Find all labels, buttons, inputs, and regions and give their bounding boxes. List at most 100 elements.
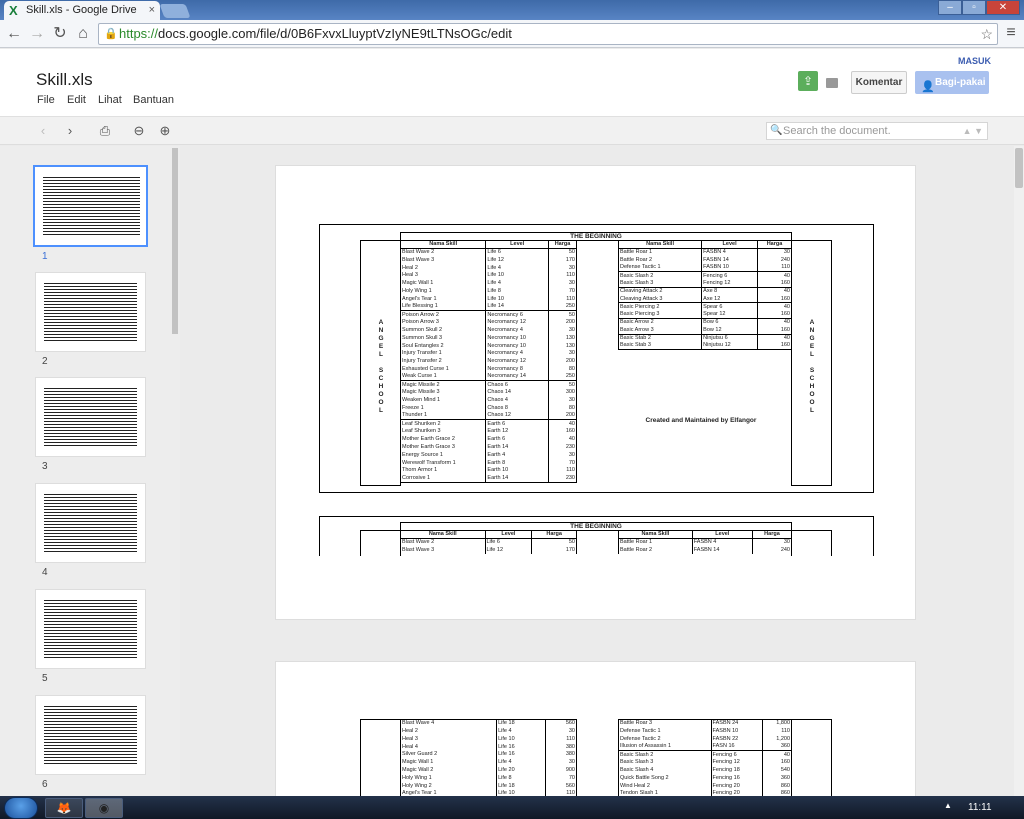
skill-name-cell: Battle Roar 3: [618, 719, 712, 728]
table-row: Basic Arrow 2 Bow 6 40: [617, 317, 793, 327]
menu-file[interactable]: File: [37, 94, 55, 106]
scrollbar-thumb[interactable]: [1015, 148, 1023, 188]
table-row: Heal 2 Life 4 30: [399, 263, 578, 272]
reload-icon[interactable]: ↻: [50, 24, 70, 44]
table-row: Battle Roar 3 FASBN 24 1,800: [618, 719, 792, 728]
price-cell: 160: [762, 758, 792, 767]
table-row: Defense Tactic 1 FASBN 10 110: [617, 263, 793, 272]
skill-name-cell: Basic Slash 3: [618, 758, 712, 767]
zoom-out-icon[interactable]: ⊖: [131, 123, 147, 139]
table-row: Thorn Armor 1 Earth 10 110: [399, 466, 578, 475]
price-cell: 380: [545, 750, 577, 759]
start-button[interactable]: [4, 797, 38, 819]
page-thumbnail[interactable]: [35, 695, 146, 775]
level-cell: Life 20: [496, 766, 547, 775]
menu-edit[interactable]: Edit: [67, 94, 86, 106]
level-cell: Life 12: [485, 256, 549, 264]
address-bar[interactable]: 🔒 https://docs.google.com/file/d/0B6Fxvx…: [98, 23, 998, 45]
windows-taskbar: [0, 796, 1024, 819]
close-tab-icon[interactable]: ×: [149, 1, 155, 20]
menu-view[interactable]: Lihat: [98, 94, 122, 106]
skill-name-cell: Poison Arrow 3: [399, 318, 487, 327]
share-button[interactable]: 👤 Bagi-pakai: [915, 71, 989, 94]
table-row: Mother Earth Grace 2 Earth 6 40: [399, 435, 578, 444]
chrome-menu-icon[interactable]: ≡: [1002, 24, 1020, 42]
level-cell: Axe 12: [701, 295, 758, 303]
table-row: Magic Wall 2 Life 20 900: [399, 766, 577, 775]
page-thumbnail[interactable]: [35, 272, 146, 352]
page-thumbnail[interactable]: [33, 165, 148, 247]
price-cell: 30: [547, 279, 578, 288]
level-cell: Life 10: [485, 271, 549, 280]
menu-help[interactable]: Bantuan: [133, 94, 174, 106]
angel-school-left-box: A N G E L S C H O O L: [360, 240, 401, 486]
previous-page-icon[interactable]: ‹: [35, 123, 51, 139]
page-thumbnail[interactable]: [35, 377, 146, 457]
column-header: Harga: [756, 240, 793, 249]
table-row: Cleaving Attack 2 Axe 8 40: [617, 286, 793, 296]
level-cell: Earth 4: [485, 451, 549, 459]
new-tab-button[interactable]: [159, 4, 191, 18]
price-cell: 70: [547, 458, 578, 467]
next-page-icon[interactable]: ›: [62, 123, 78, 139]
comment-icon[interactable]: [826, 78, 838, 88]
price-cell: 170: [531, 546, 577, 554]
page-thumbnail[interactable]: [35, 483, 146, 563]
skill-name-cell: Battle Roar 2: [617, 256, 703, 264]
level-cell: Life 4: [485, 263, 549, 272]
print-icon[interactable]: ⎙: [97, 123, 113, 139]
table-row: Quick Battle Song 2 Fencing 16 360: [618, 774, 792, 782]
sidebar-scrollbar[interactable]: [172, 148, 178, 334]
bookmark-star-icon[interactable]: ☆: [980, 24, 993, 44]
skill-name-cell: Freeze 1: [399, 404, 487, 413]
price-cell: 560: [545, 781, 577, 790]
table-row: Holy Wing 2 Life 18 560: [399, 781, 577, 790]
skill-name-cell: Exhausted Curse 1: [399, 365, 487, 374]
table-row: Basic Piercing 3 Spear 12 160: [617, 310, 793, 319]
skill-name-cell: Cleaving Attack 2: [617, 286, 703, 296]
skill-name-cell: Magic Wall 1: [399, 279, 487, 288]
skills-table-right-2: Nama Skill Level Harga Battle Roar 1 FASBN 4…: [618, 530, 793, 554]
price-cell: 110: [756, 263, 793, 272]
maximize-window-button[interactable]: ▫: [962, 0, 986, 15]
price-cell: 70: [545, 774, 577, 782]
clock: 11:11: [968, 802, 992, 813]
browser-tab[interactable]: X Skill.xls - Google Drive ×: [4, 1, 160, 20]
level-cell: Life 14: [485, 302, 549, 311]
level-cell: Earth 14: [485, 443, 549, 452]
thumbnail-preview: [44, 600, 137, 658]
search-placeholder: Search the document.: [783, 125, 891, 137]
table-header-row: Nama Skill Level Harga: [399, 240, 578, 249]
back-icon[interactable]: ←: [4, 24, 24, 44]
tray-arrow-icon[interactable]: ▲: [944, 801, 952, 810]
thumbnail-preview: [44, 283, 137, 341]
price-cell: 200: [547, 412, 578, 420]
zoom-in-icon[interactable]: ⊕: [157, 123, 173, 139]
skill-name-cell: Basic Arrow 2: [617, 317, 703, 327]
table-row: Silver Guard 2 Life 16 380: [399, 750, 577, 759]
share-label: Bagi-pakai: [935, 77, 986, 88]
forward-icon[interactable]: →: [27, 24, 47, 44]
sign-in-link[interactable]: MASUK: [958, 56, 991, 66]
price-cell: 250: [547, 373, 578, 381]
home-icon[interactable]: ⌂: [73, 24, 93, 44]
open-in-drive-icon[interactable]: ⇪: [798, 71, 818, 91]
table-row: Illusion of Assassin 1 FASN 16 360: [618, 742, 792, 751]
main-scrollbar[interactable]: [1014, 146, 1024, 796]
level-cell: Fencing 6: [701, 271, 758, 280]
firefox-taskbar-icon[interactable]: 🦊: [45, 798, 83, 818]
comment-button[interactable]: Komentar: [851, 71, 907, 94]
search-document-input[interactable]: 🔍 Search the document. ▲ ▼: [766, 122, 988, 140]
price-cell: 360: [762, 774, 792, 782]
skill-name-cell: Heal 3: [399, 735, 498, 743]
price-cell: 50: [547, 380, 578, 389]
minimize-window-button[interactable]: –: [938, 0, 962, 15]
page-thumbnail[interactable]: [35, 589, 146, 669]
search-nav-arrows-icon[interactable]: ▲ ▼: [963, 123, 983, 139]
skill-name-cell: Blast Wave 2: [400, 538, 486, 547]
close-window-button[interactable]: ✕: [986, 0, 1020, 15]
chrome-taskbar-icon[interactable]: ◉: [85, 798, 123, 818]
price-cell: 40: [756, 271, 793, 280]
level-cell: Chaos 14: [485, 388, 549, 397]
price-cell: 860: [762, 781, 792, 790]
